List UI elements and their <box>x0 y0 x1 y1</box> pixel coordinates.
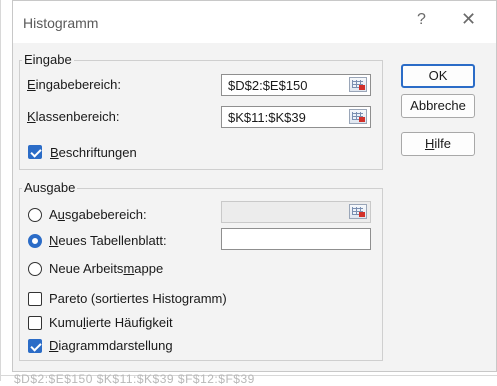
new-sheet-label[interactable]: Neues Tabellenblatt: <box>49 233 167 248</box>
bin-range-field[interactable]: $K$11:$K$39 <box>221 106 371 128</box>
range-selector-icon[interactable] <box>349 204 367 219</box>
bin-range-label: Klassenbereich: <box>27 109 120 124</box>
input-group-label: Eingabe <box>22 52 74 67</box>
pareto-label[interactable]: Pareto (sortiertes Histogramm) <box>49 291 227 306</box>
labels-checkbox-label[interactable]: Beschriftungen <box>50 145 137 160</box>
input-range-value: $D$2:$E$150 <box>228 78 308 93</box>
new-sheet-name-field[interactable] <box>221 228 371 250</box>
cancel-button[interactable]: Abbreche <box>401 94 475 118</box>
dialog-title: Histogramm <box>23 15 99 31</box>
cumulative-label[interactable]: Kumulierte Häufigkeit <box>49 315 173 330</box>
input-range-field[interactable]: $D$2:$E$150 <box>221 74 371 96</box>
labels-checkbox[interactable] <box>28 145 42 159</box>
chart-output-checkbox[interactable] <box>28 339 42 353</box>
pareto-checkbox[interactable] <box>28 292 42 306</box>
chart-output-label[interactable]: Diagrammdarstellung <box>49 338 173 353</box>
input-range-label: Eingabebereich: <box>27 77 121 92</box>
cumulative-checkbox[interactable] <box>28 316 42 330</box>
sheet-gridline <box>0 0 1 381</box>
output-range-field[interactable] <box>221 201 371 223</box>
ok-button[interactable]: OK <box>401 64 475 88</box>
histogram-dialog: Histogramm ? ✕ Eingabe Eingabebereich: $… <box>12 0 497 372</box>
title-bar: Histogramm ? ✕ <box>13 1 496 43</box>
close-icon[interactable]: ✕ <box>461 9 476 30</box>
help-button[interactable]: Hilfe <box>401 132 475 156</box>
output-group-label: Ausgabe <box>22 180 78 195</box>
range-selector-icon[interactable] <box>349 109 367 124</box>
new-workbook-label[interactable]: Neue Arbeitsmappe <box>49 261 163 276</box>
output-range-radio[interactable] <box>28 208 42 222</box>
output-range-label[interactable]: Ausgabebereich: <box>49 207 147 222</box>
new-workbook-radio[interactable] <box>28 262 42 276</box>
new-sheet-radio[interactable] <box>28 234 42 248</box>
sheet-partial-text: $D$2:$E$150 $K$11:$K$39 $F$12:$F$39 <box>14 372 255 386</box>
help-icon[interactable]: ? <box>417 11 426 29</box>
bin-range-value: $K$11:$K$39 <box>228 110 306 125</box>
range-selector-icon[interactable] <box>349 77 367 92</box>
